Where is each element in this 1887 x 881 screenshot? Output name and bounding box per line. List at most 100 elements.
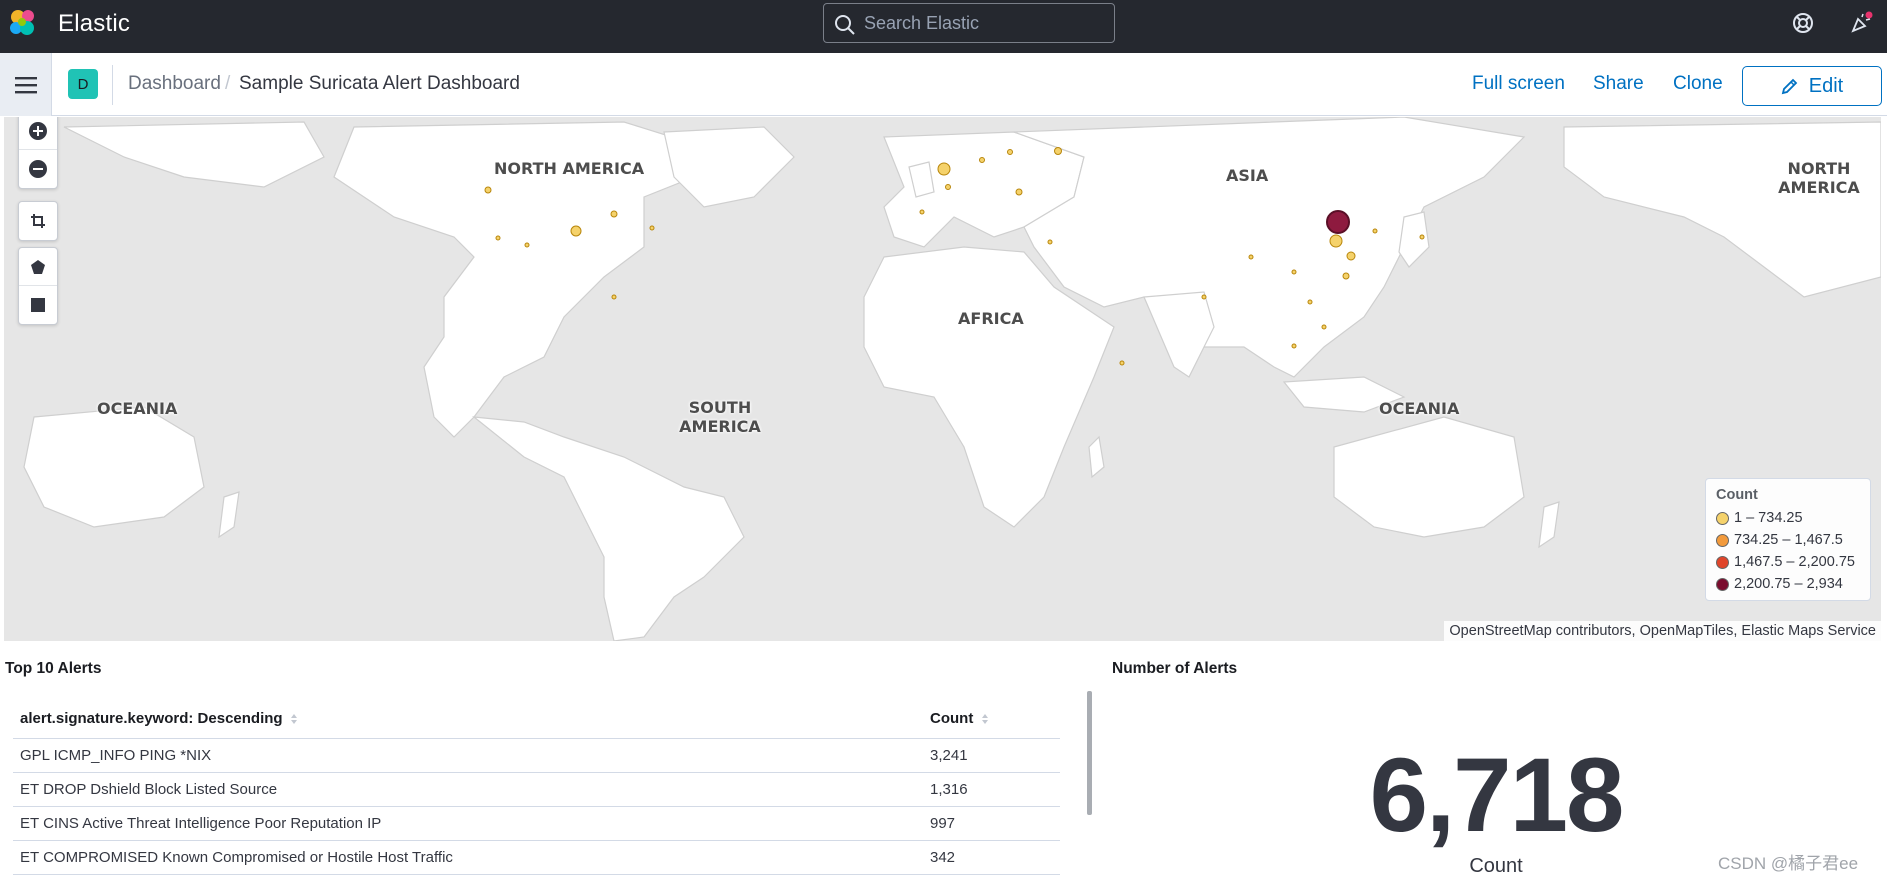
watermark-text: CSDN @橘子君ee bbox=[1718, 854, 1859, 873]
alert-point bbox=[1372, 228, 1378, 234]
plus-circle-icon bbox=[29, 121, 47, 140]
continent-label-oceania-west: OCEANIA bbox=[97, 399, 178, 418]
metric-label: Count bbox=[1469, 855, 1523, 877]
number-of-alerts-title: Number of Alerts bbox=[1112, 660, 1238, 677]
space-avatar[interactable]: D bbox=[68, 69, 98, 99]
alert-point bbox=[570, 225, 582, 237]
help-lifebuoy-icon[interactable] bbox=[1791, 11, 1815, 35]
legend-swatch bbox=[1716, 555, 1729, 569]
map-legend: Count 1 – 734.25 734.25 – 1,467.5 1,467.… bbox=[1705, 478, 1871, 601]
alert-count-cell: 1,316 bbox=[923, 772, 1060, 807]
alert-point bbox=[1291, 269, 1297, 275]
alert-point bbox=[611, 294, 617, 300]
draw-polygon-button[interactable] bbox=[19, 248, 57, 286]
alert-count-cell: 342 bbox=[923, 840, 1060, 875]
alert-point bbox=[937, 162, 951, 176]
alert-signature-cell[interactable]: GPL ICMP_INFO PING *NIX bbox=[13, 738, 923, 773]
alert-point bbox=[1047, 239, 1053, 245]
hamburger-menu-icon bbox=[14, 76, 37, 93]
top-alerts-table: alert.signature.keyword: Descending Coun… bbox=[13, 700, 1060, 875]
legend-title: Count bbox=[1716, 487, 1758, 503]
table-row: GPL ICMP_INFO PING *NIX 3,241 bbox=[13, 738, 1060, 773]
map-attribution[interactable]: OpenStreetMap contributors, OpenMapTiles… bbox=[1444, 621, 1881, 641]
breadcrumb-current-dashboard: Sample Suricata Alert Dashboard bbox=[239, 73, 520, 94]
legend-label: 1,467.5 – 2,200.75 bbox=[1734, 554, 1855, 570]
alert-point bbox=[1291, 343, 1297, 349]
metric-value: 6,718 bbox=[1369, 737, 1625, 854]
legend-swatch bbox=[1716, 533, 1729, 547]
legend-label: 734.25 – 1,467.5 bbox=[1734, 532, 1843, 548]
breadcrumb-divider bbox=[112, 65, 113, 105]
sort-icon bbox=[981, 714, 988, 725]
menu-toggle-button[interactable] bbox=[0, 53, 52, 116]
dashboard-subheader: D Dashboard / Sample Suricata Alert Dash… bbox=[0, 53, 1887, 116]
search-icon bbox=[835, 15, 855, 35]
legend-item: 1 – 734.25 bbox=[1716, 507, 1860, 529]
legend-swatch bbox=[1716, 511, 1729, 525]
alert-point bbox=[919, 209, 925, 215]
breadcrumb-dashboard[interactable]: Dashboard bbox=[128, 73, 221, 95]
alert-point bbox=[1201, 294, 1207, 300]
edit-button[interactable]: Edit bbox=[1742, 66, 1882, 106]
table-header-row: alert.signature.keyword: Descending Coun… bbox=[13, 700, 1060, 739]
legend-item: 734.25 – 1,467.5 bbox=[1716, 529, 1860, 551]
global-search[interactable] bbox=[823, 3, 1115, 43]
alert-point bbox=[495, 235, 501, 241]
pencil-icon bbox=[1781, 78, 1798, 95]
alert-point bbox=[610, 210, 618, 218]
share-button[interactable]: Share bbox=[1593, 73, 1644, 95]
alert-point bbox=[524, 242, 530, 248]
table-scrollbar[interactable] bbox=[1087, 691, 1092, 815]
alert-signature-cell[interactable]: ET COMPROMISED Known Compromised or Host… bbox=[13, 840, 923, 875]
full-screen-button[interactable]: Full screen bbox=[1472, 73, 1565, 95]
clone-button[interactable]: Clone bbox=[1673, 73, 1723, 95]
alert-count-cell: 3,241 bbox=[923, 738, 1060, 773]
polygon-icon bbox=[31, 259, 45, 274]
alert-point bbox=[1054, 147, 1062, 155]
legend-item: 1,467.5 – 2,200.75 bbox=[1716, 551, 1860, 573]
legend-label: 2,200.75 – 2,934 bbox=[1734, 576, 1843, 592]
column-header-count[interactable]: Count bbox=[923, 700, 1060, 739]
zoom-controls bbox=[18, 117, 58, 189]
legend-swatch bbox=[1716, 577, 1729, 591]
alert-point bbox=[979, 157, 985, 163]
draw-controls bbox=[18, 247, 58, 325]
alert-point bbox=[1015, 188, 1023, 196]
newsfeed-cheer-icon[interactable] bbox=[1849, 11, 1873, 35]
alert-signature-cell[interactable]: ET DROP Dshield Block Listed Source bbox=[13, 772, 923, 807]
column-header-label: alert.signature.keyword: Descending bbox=[20, 710, 283, 728]
top-header: Elastic bbox=[0, 0, 1887, 53]
brand-name: Elastic bbox=[58, 10, 131, 37]
alerts-map[interactable]: NORTH AMERICA ASIA NORTH AMERICA AFRICA … bbox=[4, 117, 1881, 641]
alert-point bbox=[1119, 360, 1125, 366]
zoom-out-button[interactable] bbox=[19, 150, 57, 188]
fit-bounds-control bbox=[18, 201, 58, 241]
minus-circle-icon bbox=[29, 160, 47, 178]
world-basemap bbox=[4, 117, 1881, 641]
square-icon bbox=[31, 298, 45, 312]
column-header-signature[interactable]: alert.signature.keyword: Descending bbox=[13, 700, 923, 739]
crop-icon bbox=[31, 214, 45, 228]
alert-count-cell: 997 bbox=[923, 806, 1060, 841]
alert-point bbox=[1307, 299, 1313, 305]
alert-point bbox=[1329, 234, 1343, 248]
alert-point bbox=[1248, 254, 1254, 260]
fit-to-data-button[interactable] bbox=[19, 202, 57, 240]
zoom-in-button[interactable] bbox=[19, 117, 57, 150]
alert-point bbox=[1342, 272, 1350, 280]
continent-label-africa: AFRICA bbox=[958, 309, 1024, 328]
alert-signature-cell[interactable]: ET CINS Active Threat Intelligence Poor … bbox=[13, 806, 923, 841]
alert-point bbox=[1321, 324, 1327, 330]
continent-label-asia: ASIA bbox=[1226, 166, 1269, 185]
top-alerts-title: Top 10 Alerts bbox=[5, 660, 102, 677]
alert-point bbox=[1346, 251, 1356, 261]
edit-button-label: Edit bbox=[1808, 74, 1844, 97]
continent-label-north-america-east: NORTH AMERICA bbox=[1778, 159, 1860, 197]
draw-bounds-button[interactable] bbox=[19, 286, 57, 324]
search-input[interactable] bbox=[862, 4, 1110, 42]
table-row: ET COMPROMISED Known Compromised or Host… bbox=[13, 840, 1060, 875]
elastic-logo-icon[interactable] bbox=[6, 6, 40, 40]
alert-point bbox=[1007, 149, 1013, 155]
column-header-label: Count bbox=[930, 710, 974, 728]
table-row: ET DROP Dshield Block Listed Source 1,31… bbox=[13, 772, 1060, 807]
